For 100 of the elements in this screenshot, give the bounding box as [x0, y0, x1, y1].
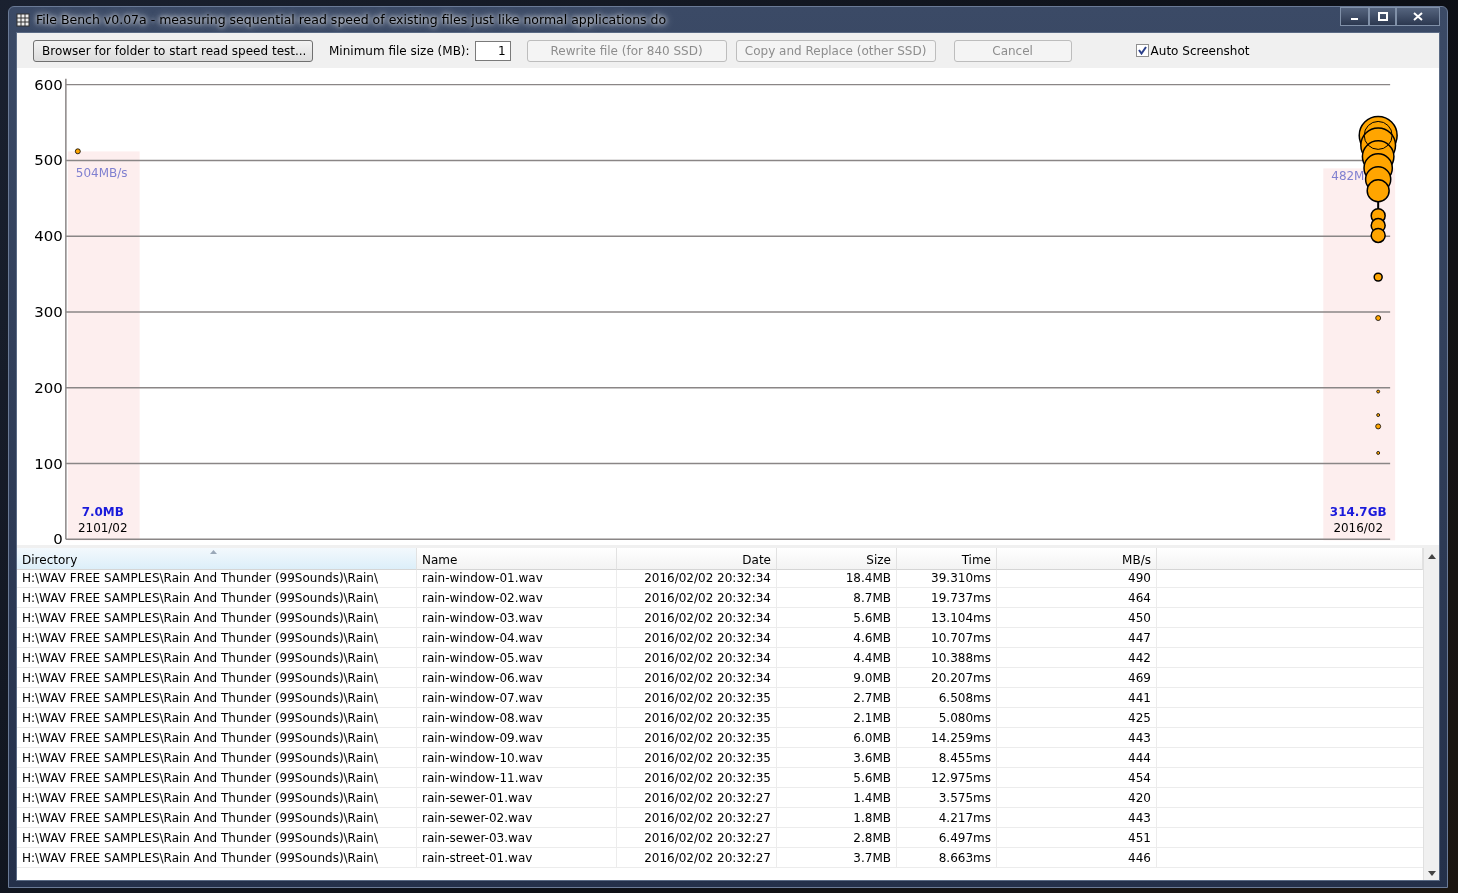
table-cell: H:\WAV FREE SAMPLES\Rain And Thunder (99Sounds)\Rain\ — [17, 808, 417, 828]
table-cell: rain-sewer-02.wav — [417, 808, 617, 828]
table-cell: 5.080ms — [897, 708, 997, 728]
data-point — [74, 148, 81, 155]
table-cell: rain-window-07.wav — [417, 688, 617, 708]
table-cell: H:\WAV FREE SAMPLES\Rain And Thunder (99Sounds)\Rain\ — [17, 708, 417, 728]
column-header[interactable]: Name — [417, 548, 617, 570]
table-cell: 12.975ms — [897, 768, 997, 788]
table-cell: 2016/02/02 20:32:34 — [617, 588, 777, 608]
table-cell: 446 — [997, 848, 1157, 868]
scroll-down-icon — [1427, 871, 1436, 876]
table-cell: rain-window-11.wav — [417, 768, 617, 788]
table-cell: 8.7MB — [777, 588, 897, 608]
table-cell: 10.707ms — [897, 628, 997, 648]
table-cell: 443 — [997, 808, 1157, 828]
axis-tick-label: 400 — [34, 227, 63, 246]
table-cell: 14.259ms — [897, 728, 997, 748]
table-cell: H:\WAV FREE SAMPLES\Rain And Thunder (99Sounds)\Rain\ — [17, 568, 417, 588]
size-label: 7.0MB — [81, 505, 124, 520]
table-cell: 2.7MB — [777, 688, 897, 708]
table-cell: 2016/02/02 20:32:34 — [617, 668, 777, 688]
table-cell: rain-window-08.wav — [417, 708, 617, 728]
table-cell: rain-window-09.wav — [417, 728, 617, 748]
table-cell: rain-street-01.wav — [417, 848, 617, 868]
checkbox[interactable] — [1135, 44, 1149, 57]
table-cell: 451 — [997, 828, 1157, 848]
close-button[interactable] — [1396, 7, 1440, 26]
table-cell: 420 — [997, 788, 1157, 808]
table-cell: 450 — [997, 608, 1157, 628]
table-cell: 5.6MB — [777, 768, 897, 788]
table-cell: H:\WAV FREE SAMPLES\Rain And Thunder (99Sounds)\Rain\ — [17, 768, 417, 788]
table-cell: 18.4MB — [777, 568, 897, 588]
table-cell: 39.310ms — [897, 568, 997, 588]
table-cell: H:\WAV FREE SAMPLES\Rain And Thunder (99Sounds)\Rain\ — [17, 608, 417, 628]
axis-tick-label: 600 — [34, 75, 63, 94]
maximize-button[interactable] — [1369, 7, 1396, 26]
table-cell: 1.4MB — [777, 788, 897, 808]
table-cell: 444 — [997, 748, 1157, 768]
table-cell: rain-window-05.wav — [417, 648, 617, 668]
axis-tick-label: 500 — [34, 151, 63, 170]
table-cell: 9.0MB — [777, 668, 897, 688]
column-header[interactable]: Date — [617, 548, 777, 570]
table-cell: 2016/02/02 20:32:27 — [617, 828, 777, 848]
minimize-button[interactable] — [1340, 7, 1369, 26]
table-cell: 19.737ms — [897, 588, 997, 608]
table-cell: H:\WAV FREE SAMPLES\Rain And Thunder (99Sounds)\Rain\ — [17, 748, 417, 768]
table-cell: 2016/02/02 20:32:34 — [617, 648, 777, 668]
table-cell: rain-sewer-03.wav — [417, 828, 617, 848]
scrollbar[interactable] — [1423, 548, 1439, 880]
table-cell: 2016/02/02 20:32:34 — [617, 608, 777, 628]
maximize-icon — [1377, 12, 1388, 21]
table-cell: 8.455ms — [897, 748, 997, 768]
table-cell: H:\WAV FREE SAMPLES\Rain And Thunder (99Sounds)\Rain\ — [17, 848, 417, 868]
table-cell: 13.104ms — [897, 608, 997, 628]
checkbox-label: Auto Screenshot — [1150, 43, 1250, 58]
table-cell: 2016/02/02 20:32:35 — [617, 768, 777, 788]
browse-button[interactable]: Browser for folder to start read speed test... — [33, 39, 313, 62]
table-cell: 2016/02/02 20:32:35 — [617, 708, 777, 728]
table-cell: 4.217ms — [897, 808, 997, 828]
table-cell: rain-window-02.wav — [417, 588, 617, 608]
min-size-label: Minimum file size (MB): — [329, 43, 470, 58]
table-cell: 2016/02/02 20:32:27 — [617, 848, 777, 868]
table-cell: rain-window-03.wav — [417, 608, 617, 628]
table-cell: rain-sewer-01.wav — [417, 788, 617, 808]
table-cell: 2016/02/02 20:32:34 — [617, 568, 777, 588]
table-cell: 2.1MB — [777, 708, 897, 728]
column-header[interactable]: Directory — [17, 548, 417, 570]
table-cell: rain-window-06.wav — [417, 668, 617, 688]
table-cell: 6.497ms — [897, 828, 997, 848]
axis-tick-label: 100 — [34, 454, 63, 473]
column-header[interactable]: MB/s — [997, 548, 1157, 570]
axis-tick-label: 300 — [34, 302, 63, 321]
speed-label: 482M — [1331, 169, 1365, 184]
table-cell: rain-window-10.wav — [417, 748, 617, 768]
table-cell: 20.207ms — [897, 668, 997, 688]
table-cell: H:\WAV FREE SAMPLES\Rain And Thunder (99Sounds)\Rain\ — [17, 788, 417, 808]
table-cell: rain-window-04.wav — [417, 628, 617, 648]
table-cell: 443 — [997, 728, 1157, 748]
window-title: File Bench v0.07a - measuring sequential read speed of existing files just like normal applications do — [36, 12, 667, 27]
min-size-field[interactable]: 1 — [474, 40, 511, 61]
table-cell: rain-window-01.wav — [417, 568, 617, 588]
column-header[interactable]: Time — [897, 548, 997, 570]
month-label: 2016/02 — [1333, 521, 1384, 536]
table-cell: 2016/02/02 20:32:27 — [617, 788, 777, 808]
column-header[interactable]: Size — [777, 548, 897, 570]
table-cell: H:\WAV FREE SAMPLES\Rain And Thunder (99Sounds)\Rain\ — [17, 668, 417, 688]
table-cell: 425 — [997, 708, 1157, 728]
table-cell: 10.388ms — [897, 648, 997, 668]
table-cell: H:\WAV FREE SAMPLES\Rain And Thunder (99Sounds)\Rain\ — [17, 648, 417, 668]
speed-label: 504MB/s — [75, 166, 128, 181]
table-cell: 442 — [997, 648, 1157, 668]
table-cell: 2016/02/02 20:32:35 — [617, 688, 777, 708]
sort-arrow-icon — [210, 550, 217, 554]
table-cell: H:\WAV FREE SAMPLES\Rain And Thunder (99Sounds)\Rain\ — [17, 588, 417, 608]
table-cell: 2016/02/02 20:32:35 — [617, 748, 777, 768]
table-cell: 4.4MB — [777, 648, 897, 668]
table-cell: 447 — [997, 628, 1157, 648]
axis-tick-label: 0 — [53, 530, 63, 545]
table-cell: 464 — [997, 588, 1157, 608]
close-icon — [1413, 12, 1423, 21]
